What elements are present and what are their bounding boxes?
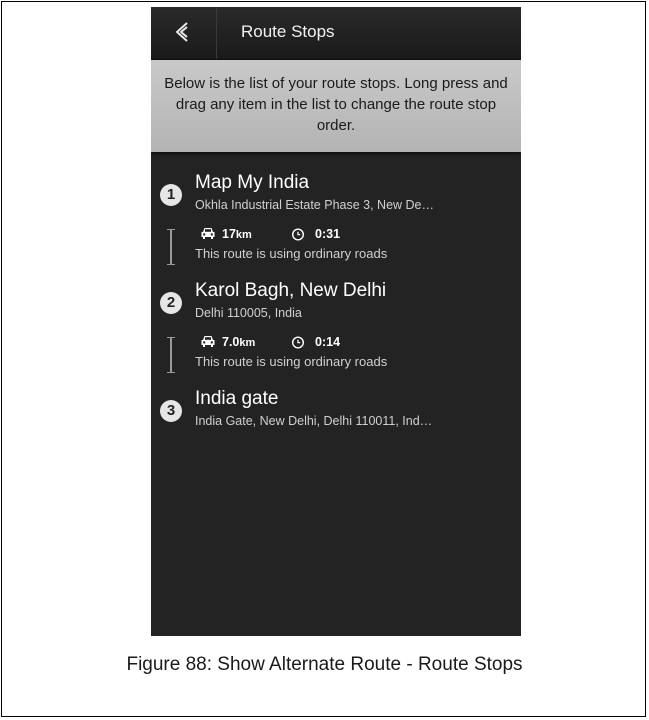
stop-name: India gate — [195, 388, 279, 409]
stop-address: Okhla Industrial Estate Phase 3, New De… — [195, 198, 435, 212]
distance-unit: km — [235, 229, 252, 241]
app-bar: Route Stops — [151, 7, 521, 60]
instructions-banner: Below is the list of your route stops. L… — [151, 60, 521, 152]
segment-connector — [167, 229, 175, 265]
segment-time: 0:31 — [315, 227, 341, 241]
segment-time: 0:14 — [315, 335, 341, 349]
car-icon — [201, 336, 215, 347]
back-chevron-icon — [176, 22, 188, 42]
car-icon — [201, 228, 215, 239]
segment-road-note: This route is using ordinary roads — [195, 246, 388, 261]
phone-screen: Route Stops Below is the list of your ro… — [151, 7, 521, 636]
segment-distance: 7.0km — [222, 335, 256, 349]
route-segment-2: 7.0km 0:14 This route is using ordinary … — [151, 331, 521, 381]
figure-caption: Figure 88: Show Alternate Route - Route … — [126, 654, 523, 675]
clock-icon — [291, 228, 305, 241]
stop-number-badge: 1 — [160, 184, 182, 206]
stop-name: Map My India — [195, 172, 310, 193]
segment-distance: 17km — [222, 227, 252, 241]
distance-unit: km — [239, 337, 256, 349]
route-segment-1: 17km 0:31 This route is using ordinary r… — [151, 223, 521, 273]
back-button[interactable] — [151, 7, 217, 59]
segment-connector — [167, 337, 175, 373]
stop-number-badge: 2 — [160, 292, 182, 314]
stop-number-badge: 3 — [160, 400, 182, 422]
stop-name: Karol Bagh, New Delhi — [195, 280, 387, 301]
segment-road-note: This route is using ordinary roads — [195, 354, 388, 369]
stop-address: Delhi 110005, India — [195, 306, 302, 320]
page-title: Route Stops — [241, 22, 335, 41]
instructions-text: Below is the list of your route stops. L… — [164, 75, 508, 134]
stop-address: India Gate, New Delhi, Delhi 110011, Ind… — [195, 414, 433, 428]
clock-icon — [291, 336, 305, 349]
